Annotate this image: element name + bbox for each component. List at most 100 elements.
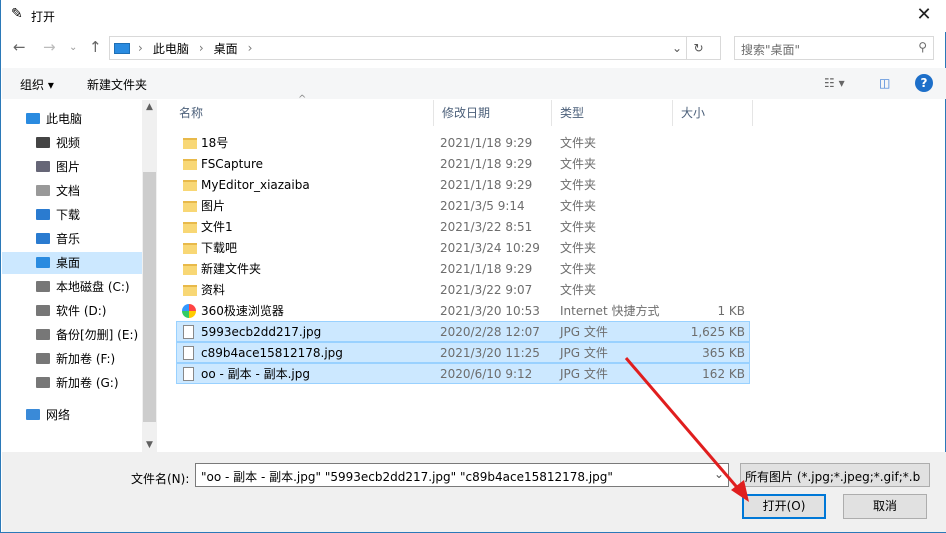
sidebar-item[interactable]: 下载 xyxy=(2,204,142,226)
preview-pane-icon[interactable]: ◫ xyxy=(879,76,890,90)
download-icon xyxy=(36,209,50,220)
drive-icon xyxy=(36,377,50,388)
column-header-date[interactable]: 修改日期 xyxy=(434,100,552,126)
sidebar-item-label: 此电脑 xyxy=(46,112,83,126)
filetype-value: 所有图片 (*.jpg;*.jpeg;*.gif;*.b xyxy=(745,470,921,484)
organize-button[interactable]: 组织 ▾ xyxy=(20,76,54,93)
sidebar-item-label: 桌面 xyxy=(56,256,81,270)
folder-icon xyxy=(183,180,197,191)
file-type: 文件夹 xyxy=(560,283,597,297)
file-name: 18号 xyxy=(201,136,229,150)
filename-value: "oo - 副本 - 副本.jpg" "5993ecb2dd217.jpg" "… xyxy=(201,470,613,484)
file-date: 2021/3/22 9:07 xyxy=(440,283,533,297)
file-row[interactable]: 18号 2021/1/18 9:29 文件夹 xyxy=(176,132,750,153)
sidebar-item[interactable]: 本地磁盘 (C:) xyxy=(2,276,142,298)
file-size: 365 KB xyxy=(702,346,745,360)
filetype-select[interactable]: 所有图片 (*.jpg;*.jpeg;*.gif;*.b xyxy=(740,463,930,487)
sidebar-item[interactable]: 音乐 xyxy=(2,228,142,250)
file-name: 新建文件夹 xyxy=(201,262,262,276)
sidebar-item-label: 音乐 xyxy=(56,232,81,246)
filename-input[interactable]: "oo - 副本 - 副本.jpg" "5993ecb2dd217.jpg" "… xyxy=(195,463,729,487)
column-header-type[interactable]: 类型 xyxy=(552,100,673,126)
sidebar-item[interactable]: 新加卷 (G:) xyxy=(2,372,142,394)
file-row[interactable]: MyEditor_xiazaiba 2021/1/18 9:29 文件夹 xyxy=(176,174,750,195)
sidebar-item[interactable]: 备份[勿删] (E:) xyxy=(2,324,142,346)
file-row[interactable]: 新建文件夹 2021/1/18 9:29 文件夹 xyxy=(176,258,750,279)
recent-dropdown[interactable]: ⌄ xyxy=(69,42,77,53)
sidebar-item[interactable]: 软件 (D:) xyxy=(2,300,142,322)
sidebar-item-label: 备份[勿删] (E:) xyxy=(56,328,139,342)
file-name: FSCapture xyxy=(201,157,264,171)
column-header-name[interactable]: 名称 xyxy=(171,100,434,126)
file-date: 2021/1/18 9:29 xyxy=(440,157,533,171)
network-icon xyxy=(26,409,40,420)
refresh-button[interactable]: ↻ xyxy=(686,37,710,59)
sidebar-item[interactable]: 桌面 xyxy=(2,252,142,274)
file-row[interactable]: 资料 2021/3/22 9:07 文件夹 xyxy=(176,279,750,300)
chevron-down-icon[interactable]: ⌄ xyxy=(714,467,724,481)
file-name: c89b4ace15812178.jpg xyxy=(201,346,343,360)
folder-icon xyxy=(183,159,197,170)
app-icon: ✎ xyxy=(11,6,23,22)
sidebar-item[interactable]: 图片 xyxy=(2,156,142,178)
file-name: 5993ecb2dd217.jpg xyxy=(201,325,322,339)
scroll-up-icon[interactable]: ▲ xyxy=(142,102,157,112)
scroll-down-icon[interactable]: ▼ xyxy=(142,440,157,450)
file-row[interactable]: 图片 2021/3/5 9:14 文件夹 xyxy=(176,195,750,216)
sidebar-item-label: 新加卷 (G:) xyxy=(56,376,119,390)
file-date: 2020/2/28 12:07 xyxy=(440,325,540,339)
file-row[interactable]: c89b4ace15812178.jpg 2021/3/20 11:25 JPG 文… xyxy=(176,342,750,363)
file-date: 2021/3/5 9:14 xyxy=(440,199,525,213)
file-date: 2021/3/20 11:25 xyxy=(440,346,540,360)
search-input[interactable]: 搜索"桌面" ⚲ xyxy=(734,36,934,60)
file-type: 文件夹 xyxy=(560,199,597,213)
file-date: 2021/3/24 10:29 xyxy=(440,241,540,255)
open-dialog: ✎ 打开 ✕ ← → ⌄ ↑ › 此电脑 › 桌面 › ⌄ ↻ 搜索"桌面" ⚲… xyxy=(0,0,946,533)
help-button[interactable]: ? xyxy=(915,74,933,92)
pc-icon xyxy=(114,42,130,54)
cancel-button[interactable]: 取消 xyxy=(843,494,927,519)
open-button[interactable]: 打开(O) xyxy=(742,494,826,519)
file-name: 360极速浏览器 xyxy=(201,304,284,318)
file-date: 2021/1/18 9:29 xyxy=(440,262,533,276)
up-button[interactable]: ↑ xyxy=(89,38,102,56)
breadcrumb-this-pc[interactable]: 此电脑 xyxy=(153,40,189,57)
document-icon xyxy=(36,185,50,196)
picture-icon xyxy=(36,161,50,172)
sidebar-scrollbar[interactable]: ▲ ▼ xyxy=(142,100,157,452)
sidebar-item[interactable]: 此电脑 xyxy=(2,108,142,130)
folder-icon xyxy=(183,201,197,212)
file-row[interactable]: 文件1 2021/3/22 8:51 文件夹 xyxy=(176,216,750,237)
sidebar-item[interactable]: 新加卷 (F:) xyxy=(2,348,142,370)
title-bar: ✎ 打开 ✕ xyxy=(1,0,946,32)
sidebar-item[interactable]: 视频 xyxy=(2,132,142,154)
file-row[interactable]: 360极速浏览器 2021/3/20 10:53 Internet 快捷方式 1 KB xyxy=(176,300,750,321)
folder-icon xyxy=(183,222,197,233)
image-file-icon xyxy=(183,346,194,360)
sidebar-item[interactable]: 网络 xyxy=(2,404,142,426)
drive-icon xyxy=(36,305,50,316)
file-row[interactable]: FSCapture 2021/1/18 9:29 文件夹 xyxy=(176,153,750,174)
scroll-thumb[interactable] xyxy=(143,172,156,422)
file-type: 文件夹 xyxy=(560,136,597,150)
file-type: JPG 文件 xyxy=(560,325,608,339)
view-options-icon[interactable]: ☷ ▾ xyxy=(824,76,845,90)
column-header-size[interactable]: 大小 xyxy=(673,100,753,126)
file-row[interactable]: 5993ecb2dd217.jpg 2020/2/28 12:07 JPG 文件 1,… xyxy=(176,321,750,342)
sidebar-item[interactable]: 文档 xyxy=(2,180,142,202)
music-icon xyxy=(36,233,50,244)
address-bar[interactable]: › 此电脑 › 桌面 › ⌄ ↻ xyxy=(109,36,721,60)
address-dropdown[interactable]: ⌄ xyxy=(672,41,682,55)
file-size: 162 KB xyxy=(702,367,745,381)
new-folder-button[interactable]: 新建文件夹 xyxy=(87,76,147,93)
file-size: 1 KB xyxy=(717,304,745,318)
drive-icon xyxy=(36,281,50,292)
forward-button[interactable]: → xyxy=(43,38,56,56)
file-row[interactable]: oo - 副本 - 副本.jpg 2020/6/10 9:12 JPG 文件 162 … xyxy=(176,363,750,384)
file-date: 2021/1/18 9:29 xyxy=(440,136,533,150)
file-name: 图片 xyxy=(201,199,226,213)
breadcrumb-desktop[interactable]: 桌面 xyxy=(214,40,238,57)
file-row[interactable]: 下载吧 2021/3/24 10:29 文件夹 xyxy=(176,237,750,258)
close-button[interactable]: ✕ xyxy=(909,4,939,28)
back-button[interactable]: ← xyxy=(13,38,26,56)
